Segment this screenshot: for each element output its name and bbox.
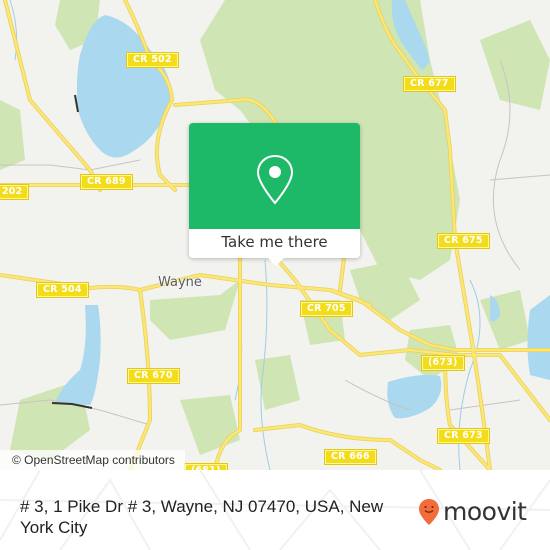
lake [55,305,101,405]
lake [387,374,442,419]
park-area [480,290,530,350]
minor-road [489,174,550,181]
moovit-logo[interactable]: moovit [418,498,527,526]
footer: # 3, 1 Pike Dr # 3, Wayne, NJ 07470, USA… [0,470,550,550]
road-shield-cr666: CR 666 [324,449,377,465]
road-shield-cr504: CR 504 [36,282,89,298]
park-area [180,395,240,455]
lake [527,295,550,380]
road-shield-cr705: CR 705 [300,301,353,317]
moovit-pin-icon [419,499,439,525]
popup-header [189,123,360,229]
map-view[interactable]: CR 502 CR 677 CR 689 202 CR 675 CR 504 C… [0,0,550,470]
location-popup: Take me there [189,123,360,266]
popup-pointer [267,257,285,266]
park-area [0,100,25,170]
minor-road [449,399,521,411]
road-shield-cr675: CR 675 [437,233,490,249]
road-shield-cr677: CR 677 [403,76,456,92]
take-me-there-button[interactable]: Take me there [189,229,360,258]
road-shield-cr502: CR 502 [126,52,179,68]
place-label-wayne: Wayne [158,275,202,290]
road-shield-cr673: CR 673 [437,428,490,444]
map-pin-icon [256,154,294,205]
map-attribution[interactable]: © OpenStreetMap contributors [0,450,185,470]
moovit-wordmark: moovit [443,497,527,526]
address-text: # 3, 1 Pike Dr # 3, Wayne, NJ 07470, USA… [20,497,384,537]
road-shield-673: (673) [421,355,465,371]
road-shield-us202: 202 [0,184,30,200]
road-shield-cr670: CR 670 [127,368,180,384]
road-shield-cr689: CR 689 [80,174,133,190]
park-area [480,20,550,110]
